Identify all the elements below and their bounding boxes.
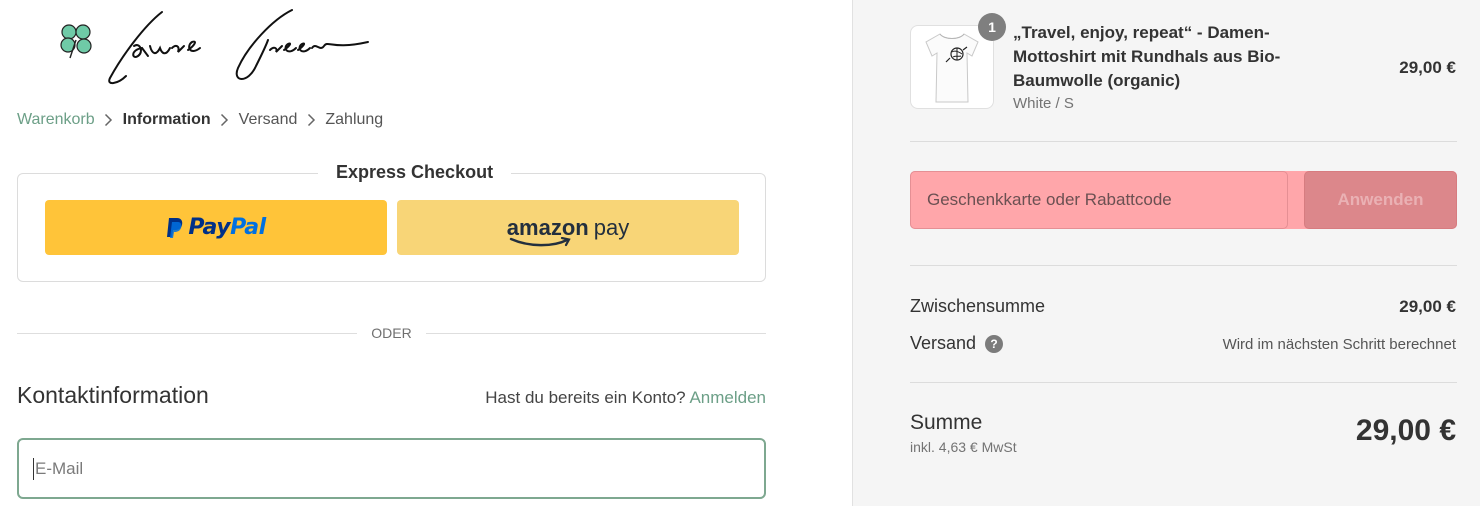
divider-line: [910, 382, 1457, 383]
store-logo[interactable]: [52, 6, 382, 88]
divider-line: [910, 265, 1457, 266]
quantity-badge: 1: [978, 13, 1006, 41]
subtotal-value: 29,00 €: [1399, 297, 1456, 316]
paypal-word-pay: Pay: [188, 215, 231, 240]
chevron-right-icon: [297, 113, 325, 127]
breadcrumb: Warenkorb Information Versand Zahlung: [17, 111, 383, 129]
total-value: 29,00 €: [1355, 414, 1456, 447]
shipping-label: Versand: [910, 333, 977, 353]
discount-code-input[interactable]: [927, 190, 1271, 210]
clover-icon: [60, 24, 92, 59]
chevron-right-icon: [211, 113, 239, 127]
or-divider-label: ODER: [371, 325, 412, 341]
paypal-logo-text: PayPal: [188, 215, 266, 240]
amazon-word-pay: pay: [593, 214, 630, 240]
shipping-row-label: Versand?: [910, 333, 1004, 354]
express-checkout: Express Checkout PayPal amazon pay: [17, 162, 766, 282]
product-price: 29,00 €: [1399, 58, 1456, 77]
discount-code-field[interactable]: [910, 171, 1288, 229]
text-caret: [33, 457, 34, 480]
amazon-pay-logo-text: amazon pay: [507, 214, 630, 246]
shipping-value: Wird im nächsten Schritt berechnet: [1222, 336, 1456, 353]
apply-discount-button[interactable]: Anwenden: [1304, 171, 1457, 229]
divider-line: [910, 141, 1457, 142]
paypal-icon: [167, 217, 183, 238]
paypal-button[interactable]: PayPal: [45, 200, 387, 255]
breadcrumb-shipping: Versand: [238, 111, 298, 128]
help-icon[interactable]: ?: [985, 335, 1004, 354]
total-label: Summe: [910, 411, 983, 434]
tshirt-icon: [925, 33, 979, 103]
amazon-word: amazon: [507, 215, 589, 246]
breadcrumb-cart[interactable]: Warenkorb: [17, 111, 95, 129]
breadcrumb-information: Information: [122, 111, 211, 128]
amazon-pay-button[interactable]: amazon pay: [397, 200, 739, 255]
product-name: „Travel, enjoy, repeat“ - Damen-Mottoshi…: [1013, 23, 1281, 90]
amazon-smile-icon: [509, 236, 571, 246]
email-field[interactable]: [17, 438, 766, 499]
account-question: Hast du bereits ein Konto?: [485, 388, 686, 407]
signature-mark: [108, 9, 369, 84]
email-input[interactable]: [35, 458, 750, 479]
product-thumbnail: [910, 25, 994, 109]
order-summary: 1 „Travel, enjoy, repeat“ - Damen-Mottos…: [852, 0, 1480, 506]
breadcrumb-payment: Zahlung: [325, 111, 384, 128]
paypal-word-pal: Pal: [230, 215, 266, 240]
login-link[interactable]: Anmelden: [689, 388, 766, 407]
account-prompt: Hast du bereits ein Konto? Anmelden: [485, 388, 766, 408]
express-checkout-title: Express Checkout: [318, 162, 512, 183]
contact-section-title: Kontaktinformation: [17, 382, 209, 408]
divider-line: [425, 332, 767, 334]
checkout-main: Warenkorb Information Versand Zahlung Ex…: [0, 0, 852, 506]
product-variant: White / S: [1013, 95, 1074, 112]
chevron-right-icon: [95, 113, 123, 127]
tax-note: inkl. 4,63 € MwSt: [910, 439, 1017, 455]
or-divider: ODER: [17, 323, 767, 343]
subtotal-label: Zwischensumme: [910, 296, 1046, 316]
divider-line: [17, 332, 358, 334]
